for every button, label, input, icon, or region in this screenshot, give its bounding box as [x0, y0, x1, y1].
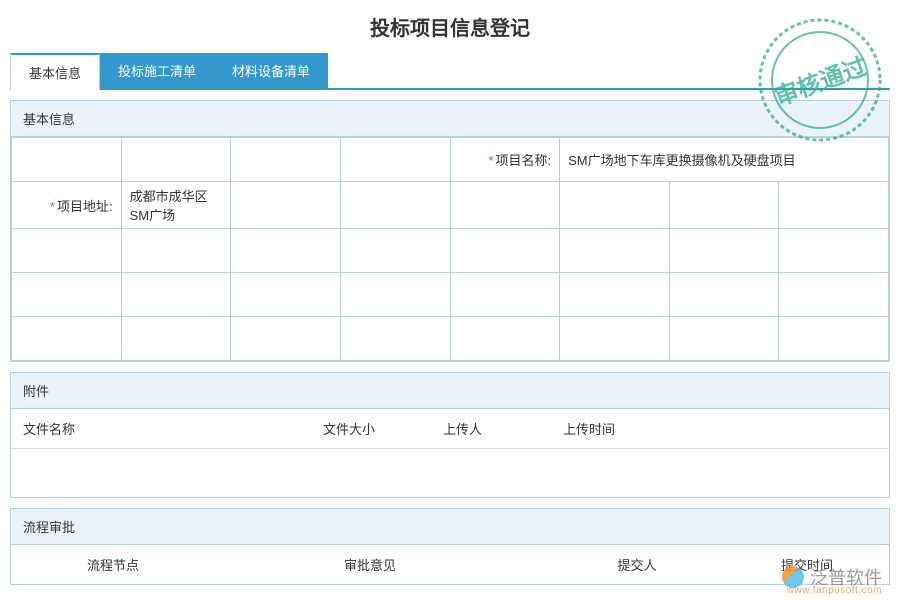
- empty-cell: [340, 138, 450, 182]
- project-addr-label: *项目地址:: [12, 182, 122, 229]
- empty-cell: [231, 317, 341, 361]
- empty-cell: [560, 317, 670, 361]
- label-text: 项目地址:: [57, 199, 113, 214]
- attachments-empty-body: [11, 449, 889, 497]
- empty-cell: [450, 317, 560, 361]
- col-flow-opinion: 审批意见: [203, 555, 537, 574]
- tabs: 基本信息 投标施工清单 材料设备清单: [10, 53, 890, 90]
- project-name-label: *项目名称:: [450, 138, 560, 182]
- project-name-value[interactable]: SM广场地下车库更换摄像机及硬盘项目: [560, 138, 889, 182]
- flow-columns: 流程节点 审批意见 提交人 提交时间: [11, 545, 889, 584]
- empty-cell: [669, 182, 779, 229]
- table-row: [12, 317, 889, 361]
- brand-watermark: 泛普软件 www.fanpusoft.com: [782, 564, 882, 590]
- empty-cell: [779, 182, 889, 229]
- col-flow-node: 流程节点: [23, 555, 203, 574]
- empty-cell: [779, 317, 889, 361]
- empty-cell: [560, 273, 670, 317]
- empty-cell: [231, 138, 341, 182]
- page-title: 投标项目信息登记: [0, 0, 900, 53]
- tab-basic-info[interactable]: 基本信息: [10, 53, 100, 90]
- empty-cell: [231, 182, 341, 229]
- project-addr-value[interactable]: 成都市成华区SM广场: [121, 182, 231, 229]
- empty-cell: [12, 317, 122, 361]
- table-row: [12, 229, 889, 273]
- empty-cell: [340, 229, 450, 273]
- table-row: *项目地址: 成都市成华区SM广场: [12, 182, 889, 229]
- table-row: *项目名称: SM广场地下车库更换摄像机及硬盘项目: [12, 138, 889, 182]
- table-row: [12, 273, 889, 317]
- empty-cell: [231, 229, 341, 273]
- label-text: 项目名称:: [496, 153, 552, 168]
- empty-cell: [560, 229, 670, 273]
- empty-cell: [121, 317, 231, 361]
- empty-cell: [12, 229, 122, 273]
- col-flow-submitter: 提交人: [537, 555, 737, 574]
- basic-info-section: 基本信息 *项目名称: SM广场地下车库更换摄像机及硬盘项目 *项目地址: 成都…: [10, 100, 890, 362]
- required-mark: *: [488, 153, 493, 168]
- flow-section: 流程审批 流程节点 审批意见 提交人 提交时间: [10, 508, 890, 585]
- empty-cell: [669, 273, 779, 317]
- empty-cell: [121, 273, 231, 317]
- empty-cell: [340, 182, 450, 229]
- empty-cell: [121, 138, 231, 182]
- empty-cell: [779, 273, 889, 317]
- empty-cell: [669, 229, 779, 273]
- attachments-header: 附件: [11, 373, 889, 409]
- required-mark: *: [50, 199, 55, 214]
- col-uploader: 上传人: [443, 419, 563, 438]
- tab-material-list[interactable]: 材料设备清单: [214, 53, 328, 88]
- col-spacer: [683, 419, 877, 438]
- empty-cell: [450, 273, 560, 317]
- empty-cell: [779, 229, 889, 273]
- brand-url: www.fanpusoft.com: [787, 585, 882, 596]
- col-upload-time: 上传时间: [563, 419, 683, 438]
- tab-construction-list[interactable]: 投标施工清单: [100, 53, 214, 88]
- empty-cell: [12, 138, 122, 182]
- attachments-columns: 文件名称 文件大小 上传人 上传时间: [11, 409, 889, 449]
- empty-cell: [121, 229, 231, 273]
- empty-cell: [12, 273, 122, 317]
- col-filesize: 文件大小: [323, 419, 443, 438]
- empty-cell: [450, 182, 560, 229]
- empty-cell: [669, 317, 779, 361]
- empty-cell: [560, 182, 670, 229]
- attachments-section: 附件 文件名称 文件大小 上传人 上传时间: [10, 372, 890, 498]
- empty-cell: [340, 317, 450, 361]
- basic-info-header: 基本信息: [11, 101, 889, 137]
- basic-info-table: *项目名称: SM广场地下车库更换摄像机及硬盘项目 *项目地址: 成都市成华区S…: [11, 137, 889, 361]
- empty-cell: [450, 229, 560, 273]
- flow-header: 流程审批: [11, 509, 889, 545]
- col-filename: 文件名称: [23, 419, 323, 438]
- empty-cell: [340, 273, 450, 317]
- empty-cell: [231, 273, 341, 317]
